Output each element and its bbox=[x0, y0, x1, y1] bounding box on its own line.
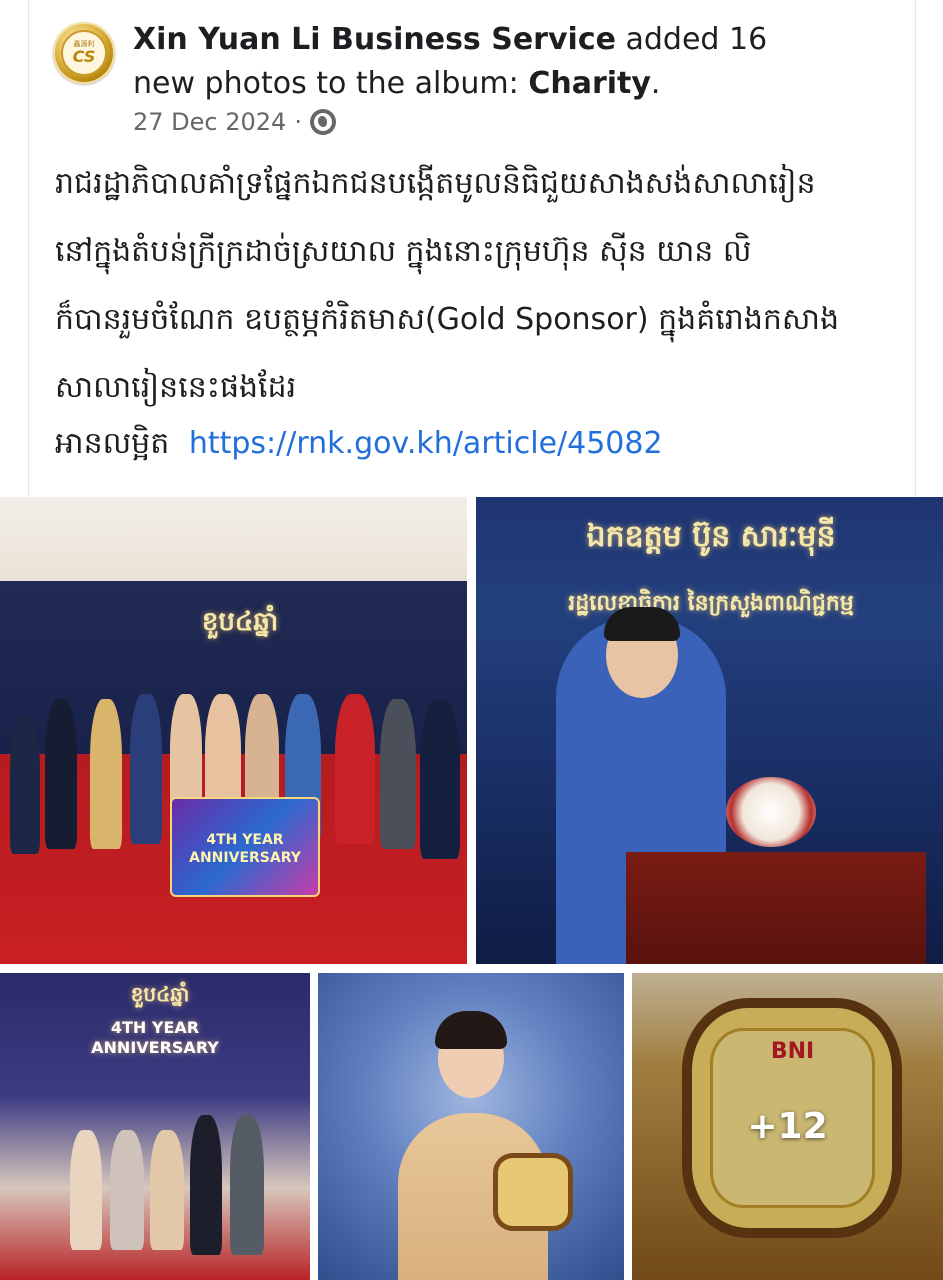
photo-3-banner-main: 4TH YEAR ANNIVERSARY bbox=[91, 1018, 219, 1057]
post-body-text: រាជរដ្ឋាភិបាលគាំទ្រផ្នែកឯកជនបង្កើតមូលនិធ… bbox=[55, 166, 840, 405]
photo-3-banner-title: ខួប៤ឆ្នាំ bbox=[130, 982, 190, 1006]
award-plaque bbox=[493, 1153, 573, 1231]
photo-1[interactable]: ខួប៤ឆ្នាំ 4TH YEAR ANNIVERSARY bbox=[0, 497, 467, 964]
person-figure bbox=[230, 1115, 264, 1255]
post-meta: 27 Dec 2024 · bbox=[133, 108, 336, 136]
person-figure bbox=[110, 1130, 144, 1250]
podium bbox=[626, 852, 926, 964]
post-date[interactable]: 27 Dec 2024 bbox=[133, 108, 286, 136]
person-figure bbox=[420, 699, 460, 859]
meta-separator: · bbox=[294, 108, 302, 136]
anniversary-sign-text: 4TH YEAR ANNIVERSARY bbox=[189, 832, 301, 866]
person-figure bbox=[150, 1130, 184, 1250]
photo-2-title: ឯកឧត្តម ប៊ូន សារៈមុនី bbox=[586, 519, 836, 554]
avatar-logo: 鑫源利 CS bbox=[61, 30, 107, 76]
page-avatar[interactable]: 鑫源利 CS bbox=[53, 22, 115, 84]
more-photos-count: +12 bbox=[747, 1106, 828, 1147]
person-figure bbox=[130, 694, 162, 844]
photo-3[interactable]: ខួប៤ឆ្នាំ 4TH YEAR ANNIVERSARY bbox=[0, 973, 310, 1280]
read-more-line: អានលម្អិត https://rnk.gov.kh/article/450… bbox=[55, 420, 663, 468]
globe-icon[interactable] bbox=[309, 109, 336, 135]
person-figure bbox=[70, 1130, 102, 1250]
photo-2[interactable]: ឯកឧត្តម ប៊ូន សារៈមុនី រដ្ឋលេខាធិការ នៃក្… bbox=[476, 497, 943, 964]
post-header: Xin Yuan Li Business Service added 16 ne… bbox=[133, 22, 768, 101]
read-more-label: អានលម្អិត bbox=[55, 426, 170, 461]
speaker-hair bbox=[604, 607, 680, 641]
person-figure bbox=[10, 714, 40, 854]
photo-1-banner-title: ខួប៤ឆ្នាំ bbox=[201, 607, 279, 637]
person-figure bbox=[90, 699, 122, 849]
article-link[interactable]: https://rnk.gov.kh/article/45082 bbox=[189, 426, 663, 461]
person-figure bbox=[190, 1115, 222, 1255]
photo-2-subtitle: រដ្ឋលេខាធិការ នៃក្រសួងពាណិជ្ជកម្ម bbox=[568, 591, 854, 616]
photo-4[interactable] bbox=[318, 973, 624, 1280]
page-name-link[interactable]: Xin Yuan Li Business Service bbox=[133, 22, 616, 57]
album-name-link[interactable]: Charity bbox=[528, 66, 651, 101]
lady-hair bbox=[435, 1011, 507, 1049]
person-figure bbox=[335, 694, 375, 844]
anniversary-sign: 4TH YEAR ANNIVERSARY bbox=[170, 797, 320, 897]
flower-bouquet bbox=[726, 777, 816, 847]
more-photos-overlay[interactable]: +12 bbox=[632, 973, 943, 1280]
avatar-logo-mono: CS bbox=[72, 47, 96, 66]
person-figure bbox=[380, 699, 416, 849]
person-figure bbox=[45, 699, 77, 849]
